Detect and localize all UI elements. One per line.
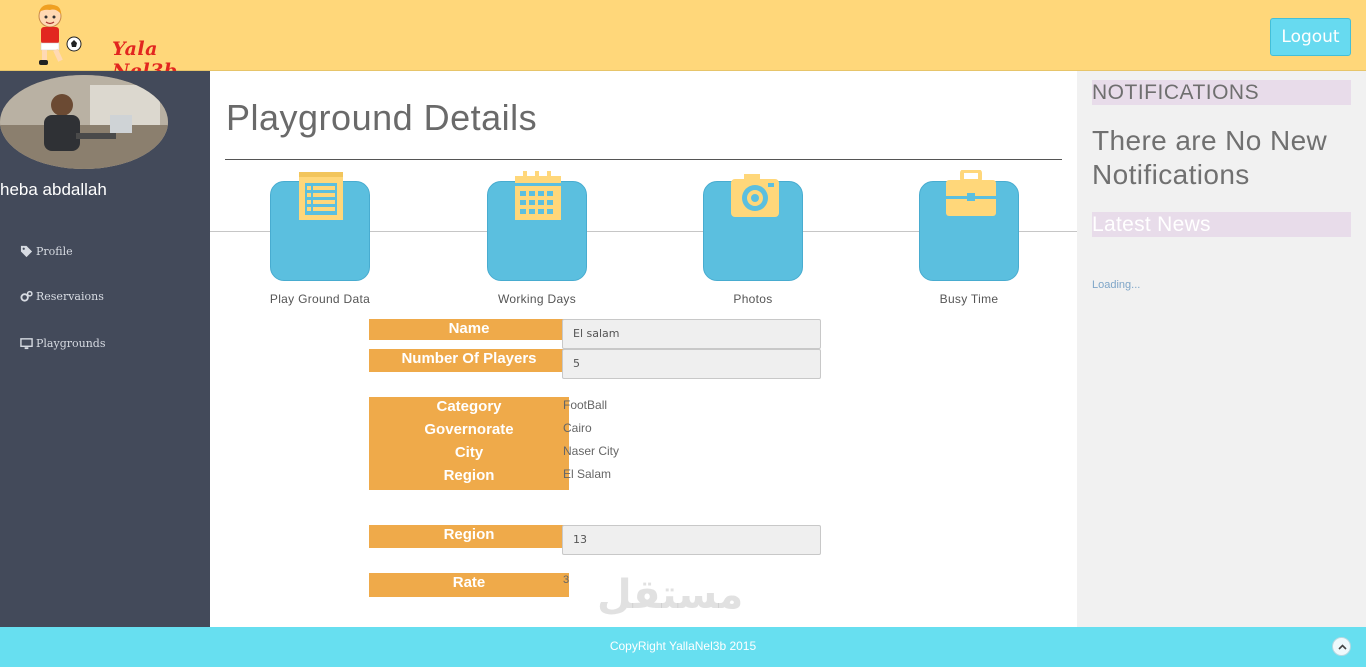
- camera-icon: [731, 174, 779, 217]
- briefcase-icon: [946, 170, 996, 216]
- players-label: Number Of Players: [369, 349, 569, 372]
- gears-icon: [20, 290, 33, 302]
- governorate-value: Cairo: [563, 421, 592, 435]
- notifications-heading: NOTIFICATIONS: [1092, 80, 1351, 105]
- region-number-field[interactable]: 13: [562, 525, 821, 555]
- governorate-label: Governorate: [369, 420, 569, 443]
- tile-label: Play Ground Data: [269, 292, 371, 306]
- news-loading-text: Loading...: [1092, 279, 1141, 291]
- rate-value: 3: [563, 574, 570, 586]
- sidebar-item-label: Playgrounds: [36, 337, 106, 350]
- sidebar-item-playgrounds[interactable]: Playgrounds: [20, 337, 105, 350]
- name-label: Name: [369, 319, 569, 340]
- top-header: Yala Nel3b Logout: [0, 0, 1366, 82]
- tag-icon: [20, 245, 33, 258]
- players-field[interactable]: 5: [562, 349, 821, 379]
- region-value: El Salam: [563, 467, 612, 481]
- notifications-message: There are No New Notifications: [1092, 125, 1328, 190]
- right-panel: NOTIFICATIONS There are No New Notificat…: [1077, 71, 1366, 627]
- sidebar: heba abdallah Profile Reservaions Playgr…: [0, 71, 210, 627]
- city-label: City: [369, 443, 569, 466]
- sidebar-item-reservations[interactable]: Reservaions: [20, 290, 104, 303]
- rate-label: Rate: [369, 573, 569, 597]
- footer: CopyRight YallaNel3b 2015: [0, 627, 1366, 667]
- main-content: Playground Details Play Ground Data Work…: [210, 71, 1077, 627]
- user-name: heba abdallah: [0, 180, 107, 199]
- avatar-photo: [0, 75, 168, 169]
- sidebar-item-label: Profile: [36, 245, 73, 258]
- page-title: Playground Details: [226, 97, 538, 138]
- tile-playground-data[interactable]: [270, 172, 370, 281]
- tile-label: Photos: [733, 292, 773, 306]
- tile-working-days[interactable]: [487, 171, 587, 281]
- footballer-mascot-icon: [38, 4, 82, 65]
- category-label: Category: [369, 397, 569, 420]
- region-label: Region: [369, 466, 569, 490]
- desktop-icon: [20, 338, 33, 350]
- tile-label: Working Days: [497, 292, 577, 306]
- sidebar-item-label: Reservaions: [36, 290, 104, 303]
- scroll-to-top-button[interactable]: [1332, 637, 1351, 656]
- tile-photos[interactable]: [703, 174, 803, 281]
- region-number-label: Region: [369, 525, 569, 548]
- site-logo[interactable]: Yala Nel3b: [28, 2, 198, 82]
- user-avatar[interactable]: [0, 75, 168, 169]
- logout-button[interactable]: Logout: [1270, 18, 1351, 56]
- sidebar-item-profile[interactable]: Profile: [20, 245, 73, 258]
- tile-label: Busy Time: [939, 292, 999, 306]
- name-field[interactable]: El salam: [562, 319, 821, 349]
- tile-busy-time[interactable]: [919, 170, 1019, 281]
- document-list-icon: [299, 172, 343, 220]
- latest-news-heading: Latest News: [1092, 212, 1351, 237]
- calendar-icon: [515, 171, 561, 220]
- title-divider: [225, 159, 1062, 160]
- city-value: Naser City: [563, 444, 620, 458]
- category-value: FootBall: [563, 398, 608, 412]
- chevron-up-icon: [1338, 644, 1347, 650]
- copyright-text: CopyRight YallaNel3b 2015: [609, 639, 757, 653]
